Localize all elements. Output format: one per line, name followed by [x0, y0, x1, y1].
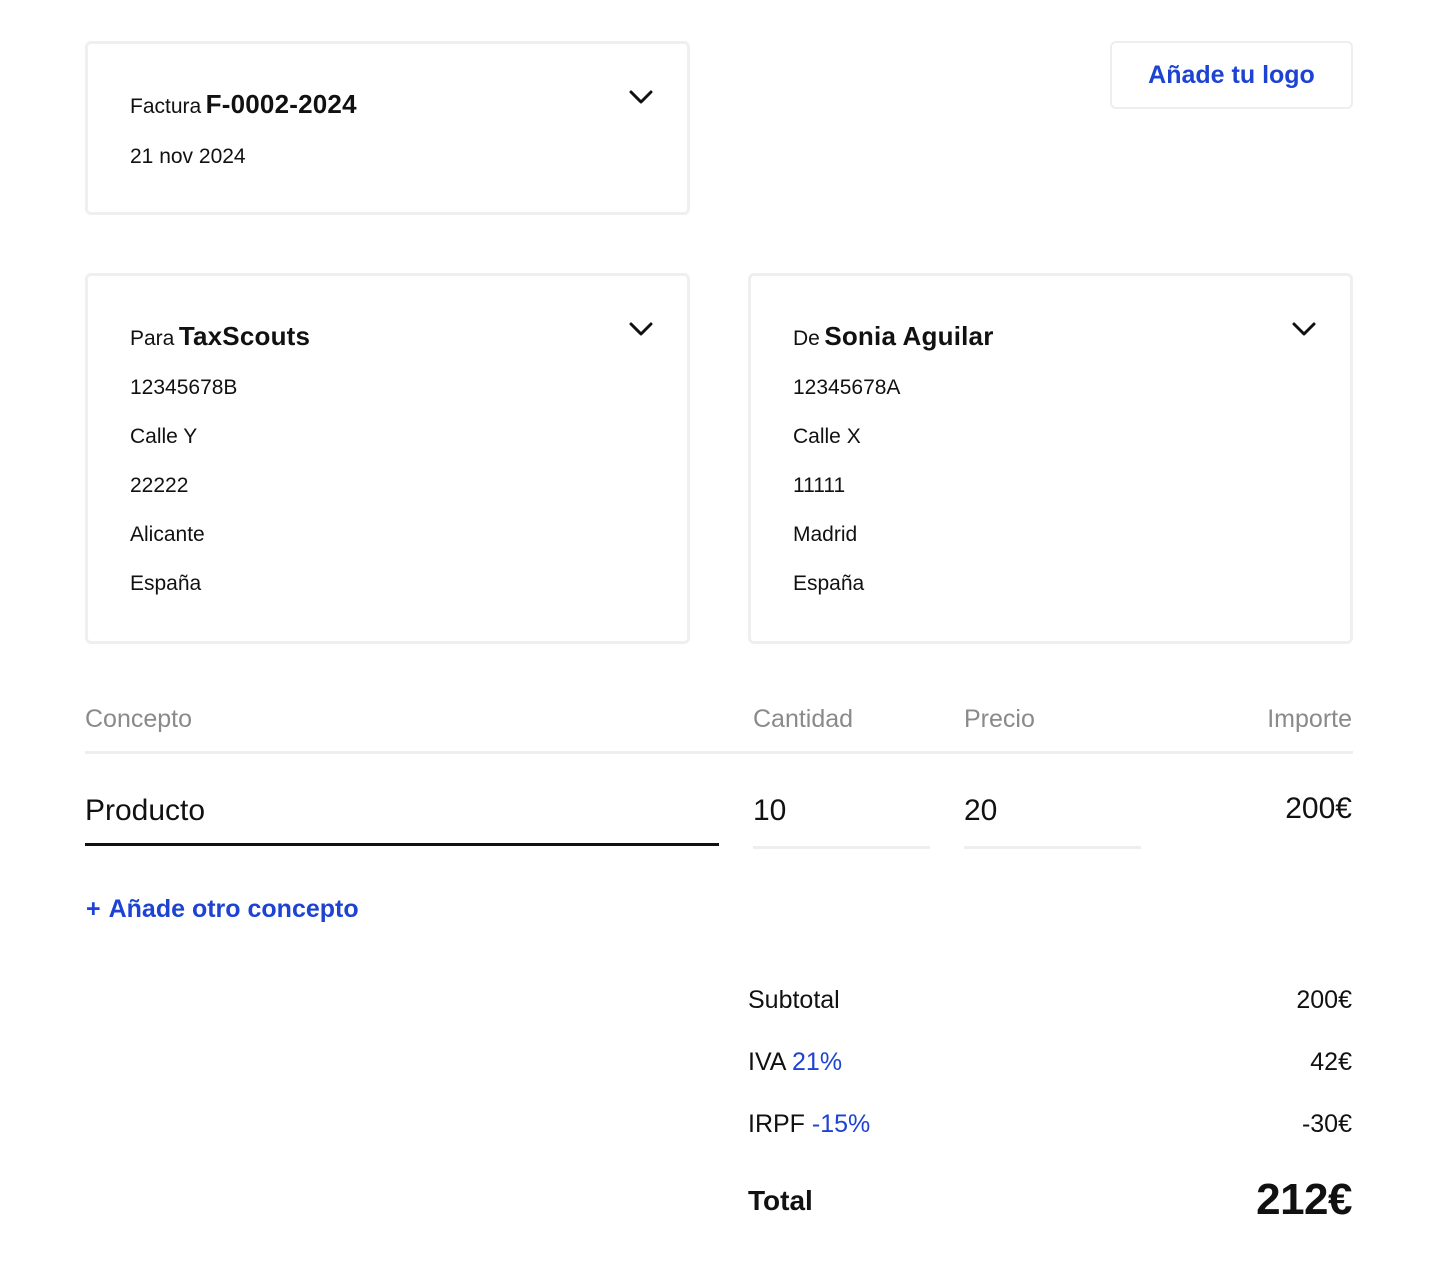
sender-postcode: 11111 [793, 474, 846, 497]
client-tax-id: 12345678B [130, 376, 238, 399]
sender-card[interactable]: De Sonia Aguilar 12345678A Calle X 11111… [748, 273, 1353, 644]
irpf-value: -30€ [1301, 1110, 1352, 1138]
column-header-concept: Concepto [85, 705, 193, 733]
invoice-card[interactable]: Factura F-0002-2024 21 nov 2024 [85, 41, 690, 215]
line-amount: 200€ [1285, 792, 1352, 825]
add-logo-button[interactable]: Añade tu logo [1110, 41, 1353, 109]
sender-country: España [793, 572, 865, 595]
client-street: Calle Y [130, 425, 198, 448]
client-city: Alicante [130, 523, 205, 546]
table-header-divider [85, 751, 1353, 754]
quantity-input-underline [753, 846, 930, 849]
invoice-date: 21 nov 2024 [130, 145, 246, 168]
client-card[interactable]: Para TaxScouts 12345678B Calle Y 22222 A… [85, 273, 690, 644]
client-name: TaxScouts [178, 321, 311, 351]
irpf-rate-selector[interactable]: -15% [812, 1110, 870, 1138]
iva-value: 42€ [1310, 1048, 1352, 1076]
irpf-label: IRPF [748, 1110, 805, 1138]
chevron-down-icon[interactable] [628, 88, 654, 106]
sender-street: Calle X [793, 425, 861, 448]
add-line-label: Añade otro concepto [108, 895, 359, 923]
plus-icon: + [86, 895, 101, 923]
add-line-button[interactable]: + Añade otro concepto [86, 895, 359, 924]
iva-rate-selector[interactable]: 21% [792, 1048, 842, 1076]
column-header-amount: Importe [1267, 705, 1352, 733]
subtotal-value: 200€ [1296, 986, 1352, 1014]
concept-input[interactable]: Producto [85, 794, 719, 828]
column-header-price: Precio [964, 705, 1035, 733]
price-input[interactable]: 20 [964, 794, 1141, 828]
subtotal-label: Subtotal [748, 986, 840, 1014]
sender-prefix: De [793, 327, 820, 350]
irpf-row-label: IRPF -15% [748, 1110, 870, 1139]
sender-title: De Sonia Aguilar [793, 321, 994, 352]
column-header-quantity: Cantidad [753, 705, 854, 733]
client-country: España [130, 572, 202, 595]
quantity-input[interactable]: 10 [753, 794, 930, 828]
invoice-title: Factura F-0002-2024 [130, 89, 357, 120]
client-title: Para TaxScouts [130, 321, 310, 352]
total-label: Total [748, 1185, 813, 1216]
invoice-number: F-0002-2024 [205, 89, 357, 119]
invoice-prefix: Factura [130, 95, 202, 118]
sender-tax-id: 12345678A [793, 376, 901, 399]
iva-label: IVA [748, 1048, 786, 1076]
price-input-underline [964, 846, 1141, 849]
sender-city: Madrid [793, 523, 858, 546]
client-postcode: 22222 [130, 474, 189, 497]
iva-row-label: IVA 21% [748, 1048, 842, 1077]
chevron-down-icon[interactable] [1291, 320, 1317, 338]
client-prefix: Para [130, 327, 175, 350]
sender-name: Sonia Aguilar [824, 321, 994, 351]
total-value: 212€ [1256, 1175, 1352, 1224]
chevron-down-icon[interactable] [628, 320, 654, 338]
concept-input-underline [85, 843, 719, 846]
